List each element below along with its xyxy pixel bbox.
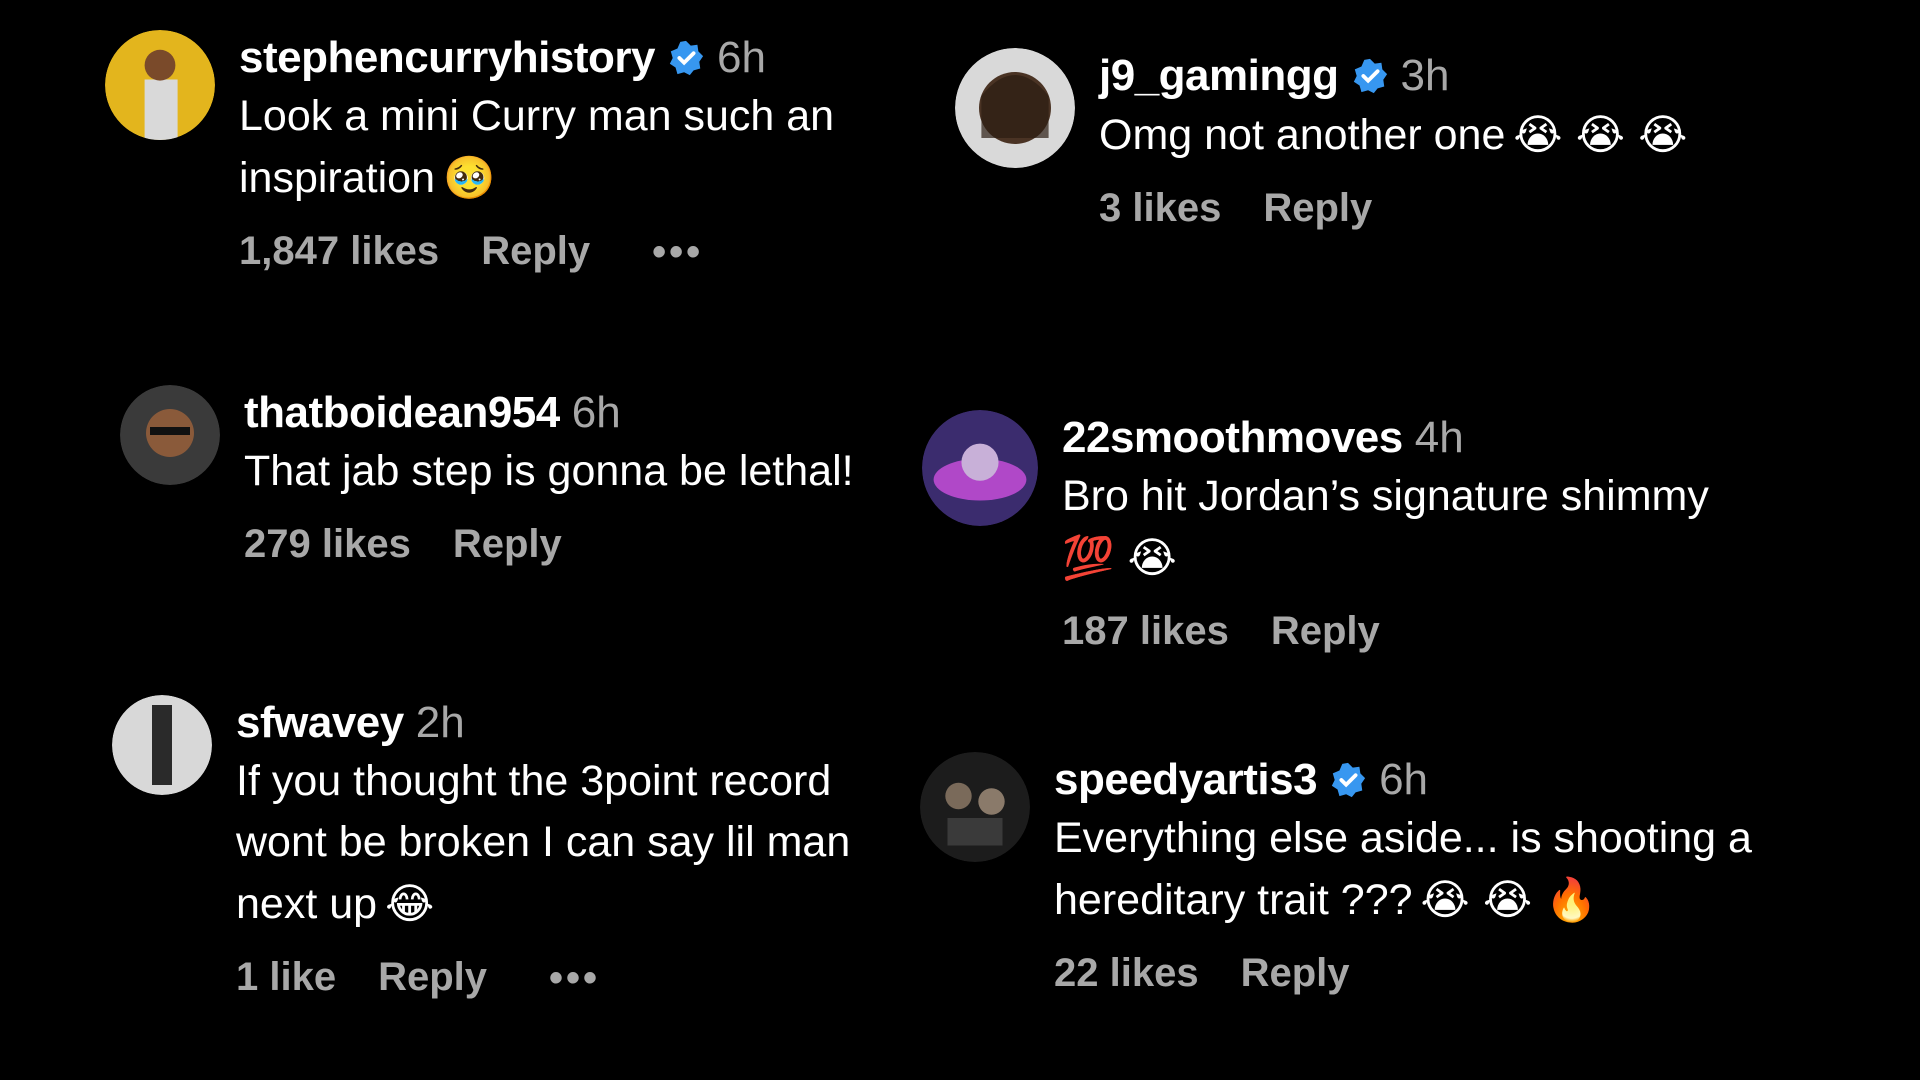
comment-item: 22smoothmoves 4h Bro hit Jordan’s signat… <box>922 410 1709 654</box>
likes-count[interactable]: 187 likes <box>1062 609 1229 654</box>
likes-count[interactable]: 1 like <box>236 955 336 1000</box>
emoji: 😂 <box>385 879 435 928</box>
emoji: 😭 😭 😭 <box>1513 110 1688 159</box>
username[interactable]: 22smoothmoves <box>1062 410 1403 466</box>
comment-item: stephencurryhistory 6h Look a mini Curry… <box>105 30 929 274</box>
more-options-icon[interactable]: ••• <box>652 232 703 272</box>
reply-button[interactable]: Reply <box>453 522 562 567</box>
reply-button[interactable]: Reply <box>1241 951 1350 996</box>
avatar[interactable] <box>920 752 1030 862</box>
likes-count[interactable]: 1,847 likes <box>239 229 439 274</box>
comment-text: Omg not another one 😭 😭 😭 <box>1099 110 1688 159</box>
verified-badge-icon <box>667 39 705 77</box>
username[interactable]: speedyartis3 <box>1054 752 1318 808</box>
comment-text: Bro hit Jordan’s signature shimmy 💯 😭 <box>1062 472 1709 582</box>
avatar[interactable] <box>922 410 1038 526</box>
timestamp: 6h <box>1379 755 1429 804</box>
reply-button[interactable]: Reply <box>378 955 487 1000</box>
comment-text: Look a mini Curry man such an inspiratio… <box>239 92 835 202</box>
username[interactable]: j9_gamingg <box>1099 48 1339 104</box>
timestamp: 6h <box>716 33 766 82</box>
comment-item: sfwavey 2h If you thought the 3point rec… <box>112 695 876 1000</box>
avatar[interactable] <box>112 695 212 795</box>
comment-text: That jab step is gonna be lethal! <box>244 447 854 495</box>
emoji: 😭 😭 🔥 <box>1420 875 1598 924</box>
comment-item: j9_gamingg 3h Omg not another one 😭 😭 😭 3… <box>955 48 1687 231</box>
avatar[interactable] <box>120 385 220 485</box>
timestamp: 2h <box>415 698 465 747</box>
comment-text: Everything else aside... is shooting a h… <box>1054 814 1752 924</box>
more-options-icon[interactable]: ••• <box>549 958 600 998</box>
username[interactable]: stephencurryhistory <box>239 30 655 86</box>
emoji: 💯 😭 <box>1062 533 1177 582</box>
username[interactable]: sfwavey <box>236 695 404 751</box>
comment-item: thatboidean954 6h That jab step is gonna… <box>120 385 854 567</box>
verified-badge-icon <box>1351 57 1389 95</box>
likes-count[interactable]: 3 likes <box>1099 186 1221 231</box>
avatar[interactable] <box>955 48 1075 168</box>
likes-count[interactable]: 279 likes <box>244 522 411 567</box>
likes-count[interactable]: 22 likes <box>1054 951 1199 996</box>
username[interactable]: thatboidean954 <box>244 385 560 441</box>
reply-button[interactable]: Reply <box>1263 186 1372 231</box>
verified-badge-icon <box>1329 761 1367 799</box>
avatar[interactable] <box>105 30 215 140</box>
timestamp: 3h <box>1400 51 1450 100</box>
timestamp: 4h <box>1414 413 1464 462</box>
timestamp: 6h <box>571 388 621 437</box>
comment-text: If you thought the 3point record wont be… <box>236 757 851 928</box>
reply-button[interactable]: Reply <box>481 229 590 274</box>
comment-item: speedyartis3 6h Everything else aside...… <box>920 752 1874 996</box>
emoji: 🥹 <box>443 153 496 202</box>
reply-button[interactable]: Reply <box>1271 609 1380 654</box>
